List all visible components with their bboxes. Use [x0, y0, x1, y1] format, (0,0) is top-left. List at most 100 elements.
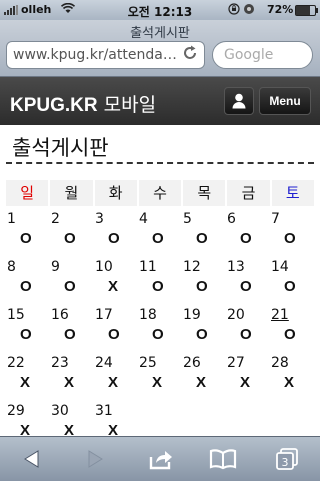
day-number: 27: [227, 355, 245, 371]
page-title: 출석게시판: [12, 136, 109, 160]
day-number[interactable]: 21: [271, 307, 289, 323]
calendar-week: 1O2O3O4O5O6O7O: [6, 210, 314, 258]
attendance-mark: O: [64, 278, 76, 295]
calendar-day[interactable]: 22 X: [6, 354, 50, 398]
url-text[interactable]: www.kpug.kr/attendan…: [13, 47, 183, 63]
forward-button[interactable]: [75, 445, 115, 473]
weekday-label: 토: [271, 180, 314, 206]
share-icon: [149, 451, 172, 470]
attendance-mark: O: [20, 278, 32, 295]
bookmarks-button[interactable]: [201, 445, 241, 473]
day-number: 5: [183, 211, 192, 227]
calendar-day[interactable]: 28 X: [270, 354, 314, 398]
calendar-day[interactable]: 6O: [226, 210, 270, 254]
day-number: 26: [183, 355, 201, 371]
calendar-day[interactable]: 7O: [270, 210, 314, 254]
menu-button[interactable]: Menu: [259, 87, 311, 115]
tab-count: 3: [282, 456, 289, 469]
day-number: 10: [95, 259, 113, 275]
day-number: 6: [227, 211, 236, 227]
weekday-header: 일월화수목금토: [6, 180, 314, 206]
attendance-mark: X: [284, 374, 295, 391]
calendar-day[interactable]: 18 O: [138, 306, 182, 350]
calendar-day[interactable]: 3O: [94, 210, 138, 254]
logo-brand: KPUG.KR: [10, 95, 98, 116]
calendar-week: 15 O 16 O 17 O 18 O 19 O 20 O 21 O: [6, 306, 314, 354]
attendance-mark: O: [64, 326, 76, 343]
calendar-day[interactable]: 26 X: [182, 354, 226, 398]
calendar-day[interactable]: 10 X: [94, 258, 138, 302]
attendance-mark: X: [108, 374, 119, 391]
calendar-day[interactable]: 11 O: [138, 258, 182, 302]
attendance-mark: O: [284, 278, 296, 295]
back-icon: [24, 450, 39, 468]
attendance-mark: X: [108, 278, 119, 295]
day-number: 23: [51, 355, 69, 371]
attendance-mark: X: [240, 374, 251, 391]
calendar-day[interactable]: 19 O: [182, 306, 226, 350]
calendar-day[interactable]: 24 X: [94, 354, 138, 398]
calendar-day[interactable]: 16 O: [50, 306, 94, 350]
day-number: 30: [51, 403, 69, 419]
calendar-day[interactable]: 5O: [182, 210, 226, 254]
calendar-day[interactable]: 21 O: [270, 306, 314, 350]
day-number: 1: [7, 211, 16, 227]
calendar-day[interactable]: 25 X: [138, 354, 182, 398]
address-bar[interactable]: www.kpug.kr/attendan…: [6, 41, 205, 69]
user-button[interactable]: [224, 87, 254, 115]
attendance-mark: O: [196, 326, 208, 343]
calendar-day[interactable]: 14 O: [270, 258, 314, 302]
attendance-mark: O: [240, 326, 252, 343]
day-number: 11: [139, 259, 157, 275]
day-number: 16: [51, 307, 69, 323]
attendance-mark: O: [196, 278, 208, 295]
day-number: 19: [183, 307, 201, 323]
weekday-label: 금: [227, 180, 270, 206]
battery-icon: [295, 5, 318, 16]
calendar-day[interactable]: 8O: [6, 258, 50, 302]
calendar-day[interactable]: 1O: [6, 210, 50, 254]
calendar-day[interactable]: 13 O: [226, 258, 270, 302]
tabs-button[interactable]: 3: [266, 445, 306, 473]
calendar-day[interactable]: 23 X: [50, 354, 94, 398]
calendar-day[interactable]: 4O: [138, 210, 182, 254]
tabs-icon: 3: [276, 448, 298, 470]
day-number: 22: [7, 355, 25, 371]
attendance-mark: O: [152, 326, 164, 343]
search-placeholder: Google: [224, 47, 274, 63]
weekday-label: 수: [138, 180, 182, 206]
day-number: 3: [95, 211, 104, 227]
attendance-mark: O: [284, 326, 296, 343]
attendance-mark: X: [152, 374, 163, 391]
reload-icon[interactable]: [183, 45, 198, 65]
attendance-mark: O: [152, 230, 164, 247]
day-number: 12: [183, 259, 201, 275]
divider: [6, 162, 314, 164]
calendar-day[interactable]: 2O: [50, 210, 94, 254]
weekday-label: 화: [94, 180, 137, 206]
day-number: 7: [271, 211, 280, 227]
weekday-label: 목: [183, 180, 226, 206]
browser-page-title: 출석게시판: [130, 26, 190, 41]
calendar-week: 8 O 9 O 10 X 11 O 12 O 13 O 14 O: [6, 258, 314, 306]
calendar-day[interactable]: 9O: [50, 258, 94, 302]
attendance-mark: O: [240, 230, 252, 247]
share-button[interactable]: [140, 445, 180, 473]
attendance-mark: O: [196, 230, 208, 247]
calendar-day[interactable]: 20 O: [226, 306, 270, 350]
calendar-day[interactable]: 27 X: [226, 354, 270, 398]
attendance-mark: O: [284, 230, 296, 247]
calendar-day[interactable]: 15 O: [6, 306, 50, 350]
site-logo[interactable]: KPUG.KR 모바일: [10, 90, 156, 117]
day-number: 17: [95, 307, 113, 323]
search-field[interactable]: Google: [212, 41, 313, 69]
forward-icon: [88, 450, 103, 468]
calendar-day[interactable]: 12 O: [182, 258, 226, 302]
attendance-mark: X: [196, 374, 207, 391]
attendance-mark: O: [108, 230, 120, 247]
weekday-label: 일: [6, 180, 49, 206]
day-number: 14: [271, 259, 289, 275]
calendar-day[interactable]: 17 O: [94, 306, 138, 350]
site-header: KPUG.KR 모바일 Menu: [0, 77, 320, 125]
back-button[interactable]: [12, 445, 52, 473]
